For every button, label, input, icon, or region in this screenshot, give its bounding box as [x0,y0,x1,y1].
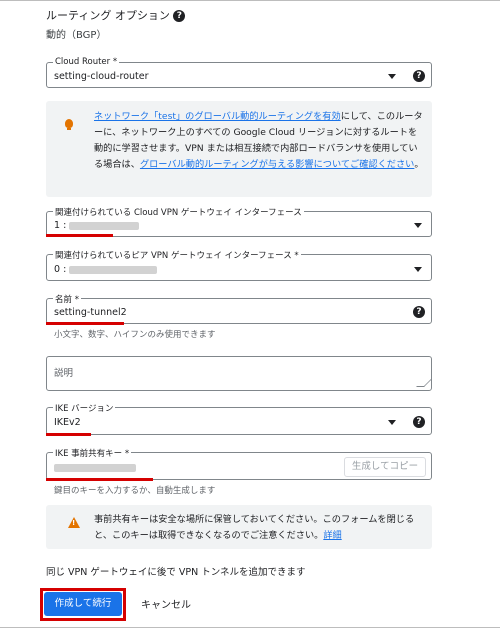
ike-version-label: IKE バージョン [53,402,116,414]
highlight-box [40,588,126,621]
name-label: 名前 * [53,293,81,305]
help-icon[interactable]: ? [413,70,425,82]
ike-version-value: IKEv2 [54,417,81,428]
resize-handle[interactable] [416,379,432,387]
name-hint: 小文字、数字、ハイフンのみ使用できます [54,330,216,340]
redacted-ip [69,265,158,274]
lightbulb-icon [65,119,73,130]
highlight-underline [46,433,91,436]
highlight-underline [46,234,113,237]
cancel-button[interactable]: キャンセル [141,596,191,611]
highlight-underline [46,478,153,481]
impact-link[interactable]: グローバル動的ルーティングが与える影響についてご確認ください [140,159,414,170]
info-text: ネットワーク「test」のグローバル動的ルーティングを有効にして、このルーターに… [94,111,424,170]
redacted-key [54,463,136,472]
ike-version-select[interactable]: IKE バージョン IKEv2 ? [46,402,432,435]
routing-options-heading: ルーティング オプション ? [46,7,186,23]
cloud-vpn-interface-value: 1 : [54,220,140,231]
cloud-router-value: setting-cloud-router [54,71,149,82]
add-tunnel-note: 同じ VPN ゲートウェイに後で VPN トンネルを追加できます [46,567,306,578]
name-value: setting-tunnel2 [54,307,127,318]
highlight-underline [46,322,124,325]
cloud-vpn-interface-label: 関連付けられている Cloud VPN ゲートウェイ インターフェース [53,206,304,218]
cloud-router-select[interactable]: Cloud Router * setting-cloud-router ? [46,57,432,88]
help-icon[interactable]: ? [173,10,186,22]
peer-vpn-interface-label: 関連付けられているピア VPN ゲートウェイ インターフェース * [53,249,301,261]
ike-key-field[interactable]: IKE 事前共有キー * 生成してコピー [46,447,432,480]
cloud-router-label: Cloud Router * [53,57,120,67]
name-field[interactable]: 名前 * setting-tunnel2 ? [46,293,432,324]
global-routing-info: ネットワーク「test」のグローバル動的ルーティングを有効にして、このルーターに… [46,101,432,197]
warning-text: 事前共有キーは安全な場所に保管しておいてください。このフォームを閉じると、このキ… [94,514,415,541]
help-icon[interactable]: ? [413,306,425,318]
details-link[interactable]: 詳細 [323,530,341,541]
routing-options-title: ルーティング オプション [46,9,170,22]
chevron-down-icon[interactable] [388,420,396,425]
peer-vpn-interface-select[interactable]: 関連付けられているピア VPN ゲートウェイ インターフェース * 0 : [46,249,432,281]
chevron-down-icon[interactable] [414,223,422,228]
redacted-ip [69,221,140,230]
warning-icon: ! [68,517,80,528]
ike-key-hint: 鍵目のキーを入力するか、自動生成します [54,486,216,496]
global-routing-link[interactable]: ネットワーク「test」のグローバル動的ルーティングを有効 [94,111,341,122]
key-warning: ! 事前共有キーは安全な場所に保管しておいてください。このフォームを閉じると、こ… [46,505,432,549]
peer-vpn-interface-value: 0 : [54,264,158,275]
help-icon[interactable]: ? [413,416,425,428]
generate-and-copy-button[interactable]: 生成してコピー [344,457,426,477]
description-placeholder: 説明 [54,368,74,379]
routing-mode: 動的（BGP） [46,30,107,41]
chevron-down-icon[interactable] [388,74,396,79]
ike-key-value [54,462,136,473]
description-textarea[interactable]: 説明 [46,356,432,391]
chevron-down-icon[interactable] [414,267,422,272]
ike-key-label: IKE 事前共有キー * [53,447,132,459]
